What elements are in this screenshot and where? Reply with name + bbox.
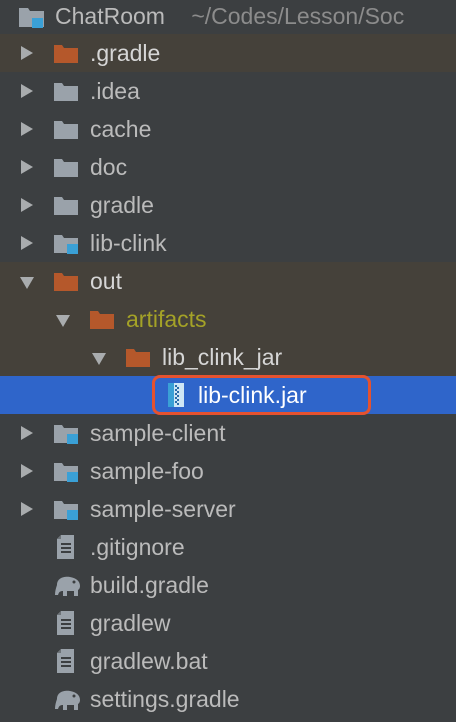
module-folder-icon	[18, 5, 44, 28]
chevron-right-icon[interactable]	[21, 426, 33, 440]
tree-item-label: sample-foo	[90, 458, 204, 484]
excluded-folder-icon	[125, 346, 151, 368]
jar-archive-icon	[166, 382, 192, 407]
tree-item-label: lib-clink	[90, 230, 167, 256]
excluded-folder-icon	[53, 270, 79, 292]
folder-icon	[53, 194, 79, 216]
chevron-down-icon[interactable]	[20, 277, 34, 289]
text-file-icon	[56, 610, 82, 635]
module-folder-icon	[53, 232, 79, 254]
tree-item-label: settings.gradle	[90, 686, 240, 712]
project-name: ChatRoom	[55, 3, 165, 29]
tree-item-label: lib_clink_jar	[162, 344, 283, 370]
text-file-icon	[56, 534, 82, 559]
folder-icon	[53, 118, 79, 140]
tree-item-label: out	[90, 268, 122, 294]
chevron-down-icon[interactable]	[92, 353, 106, 365]
tree-row-gradle-hidden[interactable]: .gradle	[0, 34, 456, 72]
tree-row-doc[interactable]: doc	[0, 148, 456, 186]
tree-item-label: artifacts	[126, 306, 207, 332]
tree-row-gradlew[interactable]: gradlew	[0, 604, 456, 642]
tree-row-out[interactable]: out	[0, 262, 456, 300]
tree-row-lib-clink-jar-file[interactable]: lib-clink.jar	[0, 376, 456, 414]
tree-item-label: sample-server	[90, 496, 236, 522]
tree-row-gitignore[interactable]: .gitignore	[0, 528, 456, 566]
tree-item-label: sample-client	[90, 420, 226, 446]
tree-row-lib-clink[interactable]: lib-clink	[0, 224, 456, 262]
tree-item-label: lib-clink.jar	[198, 382, 307, 408]
tree-item-label: .gradle	[90, 40, 161, 66]
module-folder-icon	[53, 460, 79, 482]
tree-item-label: build.gradle	[90, 572, 209, 598]
tree-item-label: gradlew	[90, 610, 171, 636]
tree-row-sample-server[interactable]: sample-server	[0, 490, 456, 528]
folder-icon	[53, 80, 79, 102]
tree-item-label: cache	[90, 116, 152, 142]
tree-row-idea[interactable]: .idea	[0, 72, 456, 110]
chevron-right-icon[interactable]	[21, 198, 33, 212]
text-file-icon	[56, 648, 82, 673]
excluded-folder-icon	[53, 42, 79, 64]
tree-row-sample-foo[interactable]: sample-foo	[0, 452, 456, 490]
tree-row-gradlew-bat[interactable]: gradlew.bat	[0, 642, 456, 680]
tree-row-build-gradle[interactable]: build.gradle	[0, 566, 456, 604]
gradle-elephant-icon	[53, 687, 80, 710]
tree-row-settings-gradle[interactable]: settings.gradle	[0, 680, 456, 718]
project-name-label: ChatRoom ~/Codes/Lesson/Soc	[55, 3, 404, 29]
chevron-right-icon[interactable]	[21, 160, 33, 174]
tree-row-cache[interactable]: cache	[0, 110, 456, 148]
tree-item-label: gradlew.bat	[90, 648, 208, 674]
tree-item-label: doc	[90, 154, 128, 180]
tree-row-sample-client[interactable]: sample-client	[0, 414, 456, 452]
module-folder-icon	[53, 498, 79, 520]
tree-item-label: gradle	[90, 192, 154, 218]
chevron-right-icon[interactable]	[21, 236, 33, 250]
chevron-right-icon[interactable]	[21, 46, 33, 60]
project-tree: ChatRoom ~/Codes/Lesson/Soc .gradle .ide…	[0, 0, 456, 722]
project-path: ~/Codes/Lesson/Soc	[191, 3, 405, 29]
tree-item-label: .idea	[90, 78, 140, 104]
folder-icon	[53, 156, 79, 178]
tree-row-artifacts[interactable]: artifacts	[0, 300, 456, 338]
chevron-right-icon[interactable]	[21, 122, 33, 136]
chevron-down-icon[interactable]	[56, 315, 70, 327]
excluded-folder-icon	[89, 308, 115, 330]
tree-row-lib-clink-jar[interactable]: lib_clink_jar	[0, 338, 456, 376]
tree-item-label: .gitignore	[90, 534, 185, 560]
chevron-right-icon[interactable]	[21, 502, 33, 516]
chevron-right-icon[interactable]	[21, 84, 33, 98]
module-folder-icon	[53, 422, 79, 444]
gradle-elephant-icon	[53, 573, 80, 596]
tree-row-gradle[interactable]: gradle	[0, 186, 456, 224]
chevron-right-icon[interactable]	[21, 464, 33, 478]
tree-row-project-root[interactable]: ChatRoom ~/Codes/Lesson/Soc	[0, 0, 456, 38]
